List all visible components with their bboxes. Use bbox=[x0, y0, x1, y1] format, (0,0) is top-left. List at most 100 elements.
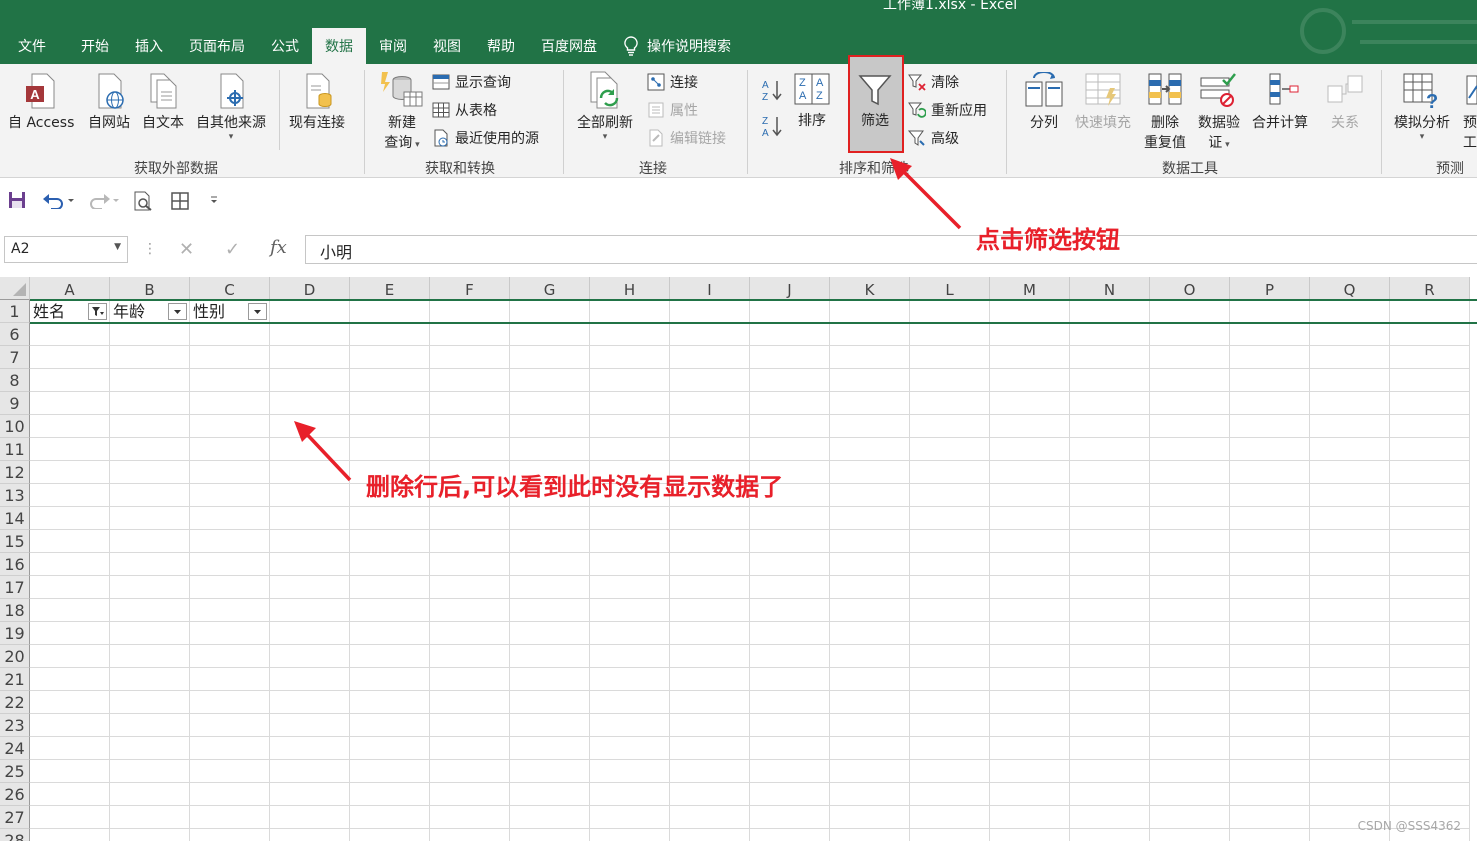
cell-c21[interactable] bbox=[190, 668, 270, 691]
cell-j23[interactable] bbox=[750, 714, 830, 737]
cell-l23[interactable] bbox=[910, 714, 990, 737]
cell-q22[interactable] bbox=[1310, 691, 1390, 714]
cell-g20[interactable] bbox=[510, 645, 590, 668]
from-text-button[interactable]: 自文本 bbox=[142, 72, 184, 132]
cell-f19[interactable] bbox=[430, 622, 510, 645]
cell-j24[interactable] bbox=[750, 737, 830, 760]
cell-m21[interactable] bbox=[990, 668, 1070, 691]
cell-b10[interactable] bbox=[110, 415, 190, 438]
cell-c25[interactable] bbox=[190, 760, 270, 783]
cell-j8[interactable] bbox=[750, 369, 830, 392]
cell-h22[interactable] bbox=[590, 691, 670, 714]
cell-a26[interactable] bbox=[30, 783, 110, 806]
column-header-p[interactable]: P bbox=[1230, 277, 1310, 300]
cell-g28[interactable] bbox=[510, 829, 590, 841]
cell-d15[interactable] bbox=[270, 530, 350, 553]
cell-g15[interactable] bbox=[510, 530, 590, 553]
cell-k22[interactable] bbox=[830, 691, 910, 714]
cell-b19[interactable] bbox=[110, 622, 190, 645]
cell-n6[interactable] bbox=[1070, 323, 1150, 346]
cell-m14[interactable] bbox=[990, 507, 1070, 530]
column-header-k[interactable]: K bbox=[830, 277, 910, 300]
cell-q20[interactable] bbox=[1310, 645, 1390, 668]
cell-k16[interactable] bbox=[830, 553, 910, 576]
cell-r9[interactable] bbox=[1390, 392, 1470, 415]
cell-i25[interactable] bbox=[670, 760, 750, 783]
cell-d26[interactable] bbox=[270, 783, 350, 806]
cell-e17[interactable] bbox=[350, 576, 430, 599]
cell-o7[interactable] bbox=[1150, 346, 1230, 369]
cell-d12[interactable] bbox=[270, 461, 350, 484]
cell-b13[interactable] bbox=[110, 484, 190, 507]
cell-p24[interactable] bbox=[1230, 737, 1310, 760]
cell-o27[interactable] bbox=[1150, 806, 1230, 829]
cell-a20[interactable] bbox=[30, 645, 110, 668]
cell-e23[interactable] bbox=[350, 714, 430, 737]
cell-n19[interactable] bbox=[1070, 622, 1150, 645]
what-if-analysis-button[interactable]: ? 模拟分析 ▾ bbox=[1394, 72, 1450, 142]
cell-d21[interactable] bbox=[270, 668, 350, 691]
cell-b16[interactable] bbox=[110, 553, 190, 576]
cell-c27[interactable] bbox=[190, 806, 270, 829]
cell-g16[interactable] bbox=[510, 553, 590, 576]
cell-n22[interactable] bbox=[1070, 691, 1150, 714]
cell-r11[interactable] bbox=[1390, 438, 1470, 461]
row-header-17[interactable]: 17 bbox=[0, 576, 30, 599]
cell-h17[interactable] bbox=[590, 576, 670, 599]
cell-r18[interactable] bbox=[1390, 599, 1470, 622]
cell-q21[interactable] bbox=[1310, 668, 1390, 691]
cell-j7[interactable] bbox=[750, 346, 830, 369]
cell-k7[interactable] bbox=[830, 346, 910, 369]
cell-m25[interactable] bbox=[990, 760, 1070, 783]
consolidate-button[interactable]: 合并计算 bbox=[1252, 72, 1308, 132]
cell-e28[interactable] bbox=[350, 829, 430, 841]
cell-i11[interactable] bbox=[670, 438, 750, 461]
cell-i1[interactable] bbox=[670, 300, 750, 323]
cell-e9[interactable] bbox=[350, 392, 430, 415]
cell-f8[interactable] bbox=[430, 369, 510, 392]
cell-f26[interactable] bbox=[430, 783, 510, 806]
cell-o8[interactable] bbox=[1150, 369, 1230, 392]
cell-e14[interactable] bbox=[350, 507, 430, 530]
cell-l21[interactable] bbox=[910, 668, 990, 691]
cell-j20[interactable] bbox=[750, 645, 830, 668]
row-header-25[interactable]: 25 bbox=[0, 760, 30, 783]
cell-k8[interactable] bbox=[830, 369, 910, 392]
sort-ascending-button[interactable]: A Z bbox=[760, 78, 784, 106]
cell-a22[interactable] bbox=[30, 691, 110, 714]
cell-n27[interactable] bbox=[1070, 806, 1150, 829]
cell-a8[interactable] bbox=[30, 369, 110, 392]
cell-l18[interactable] bbox=[910, 599, 990, 622]
cell-q19[interactable] bbox=[1310, 622, 1390, 645]
cell-d13[interactable] bbox=[270, 484, 350, 507]
cell-g14[interactable] bbox=[510, 507, 590, 530]
redo-icon[interactable] bbox=[86, 191, 120, 209]
cell-d19[interactable] bbox=[270, 622, 350, 645]
cell-b9[interactable] bbox=[110, 392, 190, 415]
cell-p23[interactable] bbox=[1230, 714, 1310, 737]
filter-dropdown-button[interactable] bbox=[168, 303, 187, 320]
cell-j14[interactable] bbox=[750, 507, 830, 530]
row-header-10[interactable]: 10 bbox=[0, 415, 30, 438]
column-header-l[interactable]: L bbox=[910, 277, 990, 300]
row-header-15[interactable]: 15 bbox=[0, 530, 30, 553]
cell-o11[interactable] bbox=[1150, 438, 1230, 461]
cell-i9[interactable] bbox=[670, 392, 750, 415]
save-icon[interactable] bbox=[8, 191, 26, 209]
cell-k20[interactable] bbox=[830, 645, 910, 668]
cell-p11[interactable] bbox=[1230, 438, 1310, 461]
cell-g22[interactable] bbox=[510, 691, 590, 714]
column-header-f[interactable]: F bbox=[430, 277, 510, 300]
cell-m7[interactable] bbox=[990, 346, 1070, 369]
cell-g8[interactable] bbox=[510, 369, 590, 392]
cell-q14[interactable] bbox=[1310, 507, 1390, 530]
cell-q17[interactable] bbox=[1310, 576, 1390, 599]
cell-p20[interactable] bbox=[1230, 645, 1310, 668]
cell-c28[interactable] bbox=[190, 829, 270, 841]
cell-j16[interactable] bbox=[750, 553, 830, 576]
cell-n24[interactable] bbox=[1070, 737, 1150, 760]
cell-l12[interactable] bbox=[910, 461, 990, 484]
cell-h25[interactable] bbox=[590, 760, 670, 783]
column-header-n[interactable]: N bbox=[1070, 277, 1150, 300]
cell-q11[interactable] bbox=[1310, 438, 1390, 461]
